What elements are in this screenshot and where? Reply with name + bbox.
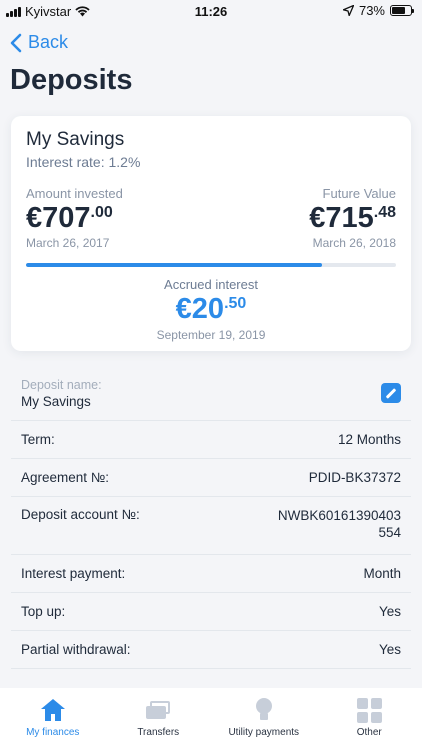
back-label: Back bbox=[28, 32, 69, 52]
edit-name-button[interactable] bbox=[381, 383, 401, 403]
invested-main: €707 bbox=[26, 202, 91, 234]
detail-row-term: Term: 12 Months bbox=[11, 421, 411, 459]
deposit-name-value: My Savings bbox=[21, 393, 91, 409]
deposit-details-list: Deposit name: My Savings Term: 12 Months… bbox=[11, 366, 411, 669]
accrued-interest-value: €20.50 bbox=[11, 293, 411, 326]
amount-invested-value: €707.00 bbox=[26, 202, 113, 235]
detail-label: Deposit account №: bbox=[21, 507, 140, 522]
deposit-name-label: Deposit name: bbox=[21, 377, 102, 392]
tab-bar: My finances Transfers Utility payments O… bbox=[0, 688, 422, 750]
invested-cents: .00 bbox=[90, 204, 113, 221]
detail-row-account: Deposit account №: NWBK60161390403554 bbox=[11, 497, 411, 555]
future-value-label: Future Value bbox=[322, 186, 396, 201]
detail-label: Top up: bbox=[21, 604, 66, 619]
amount-invested-label: Amount invested bbox=[26, 186, 123, 201]
detail-value: Yes bbox=[378, 642, 401, 657]
detail-value: 12 Months bbox=[337, 432, 401, 447]
detail-value: Month bbox=[363, 566, 401, 581]
invested-date: March 26, 2017 bbox=[26, 236, 110, 250]
detail-label: Interest payment: bbox=[21, 566, 126, 581]
tab-utility-payments[interactable]: Utility payments bbox=[211, 688, 317, 750]
deposit-progress-fill bbox=[26, 263, 322, 267]
accrued-cents: .50 bbox=[224, 295, 247, 312]
detail-value: PDID-BK37372 bbox=[308, 470, 401, 485]
battery-icon bbox=[390, 5, 414, 16]
future-value-amount: €715.48 bbox=[309, 202, 396, 235]
home-icon bbox=[39, 698, 67, 722]
cards-icon bbox=[144, 698, 172, 722]
page-title: Deposits bbox=[10, 64, 133, 96]
future-main: €715 bbox=[309, 202, 374, 234]
detail-value: NWBK60161390403554 bbox=[277, 508, 401, 540]
detail-row-interest-payment: Interest payment: Month bbox=[11, 555, 411, 593]
status-right: 73% bbox=[342, 3, 414, 18]
grid-icon bbox=[355, 697, 383, 723]
deposit-summary-card[interactable]: My Savings Interest rate: 1.2% Amount in… bbox=[11, 116, 411, 351]
tab-label: Utility payments bbox=[228, 727, 300, 738]
detail-value: Yes bbox=[378, 604, 401, 619]
tab-transfers[interactable]: Transfers bbox=[106, 688, 212, 750]
detail-label: Agreement №: bbox=[21, 470, 110, 485]
tab-my-finances[interactable]: My finances bbox=[0, 688, 106, 750]
detail-row-top-up: Top up: Yes bbox=[11, 593, 411, 631]
back-button[interactable]: Back bbox=[10, 32, 68, 53]
battery-percent: 73% bbox=[358, 3, 385, 18]
interest-rate: Interest rate: 1.2% bbox=[26, 154, 141, 170]
deposit-title: My Savings bbox=[26, 129, 125, 150]
future-cents: .48 bbox=[373, 204, 396, 221]
chevron-left-icon bbox=[10, 33, 22, 52]
pencil-icon bbox=[385, 387, 397, 399]
accrued-interest-label: Accrued interest bbox=[164, 277, 258, 292]
detail-row-agreement: Agreement №: PDID-BK37372 bbox=[11, 459, 411, 497]
lightbulb-icon bbox=[250, 698, 278, 722]
detail-label: Term: bbox=[21, 432, 55, 447]
status-bar: Kyivstar 11:26 73% bbox=[0, 0, 422, 22]
detail-label: Partial withdrawal: bbox=[21, 642, 131, 657]
deposit-name-row: Deposit name: My Savings bbox=[11, 366, 411, 421]
accrued-date: September 19, 2019 bbox=[156, 328, 266, 342]
future-date: March 26, 2018 bbox=[312, 236, 396, 250]
accrued-main: €20 bbox=[175, 293, 225, 325]
tab-label: Transfers bbox=[137, 727, 180, 738]
tab-other[interactable]: Other bbox=[317, 688, 422, 750]
tab-label: Other bbox=[356, 727, 382, 738]
deposit-progress-bar bbox=[26, 263, 396, 267]
location-arrow-icon bbox=[342, 5, 354, 16]
tab-label: My finances bbox=[26, 727, 80, 738]
detail-row-partial-withdrawal: Partial withdrawal: Yes bbox=[11, 631, 411, 669]
